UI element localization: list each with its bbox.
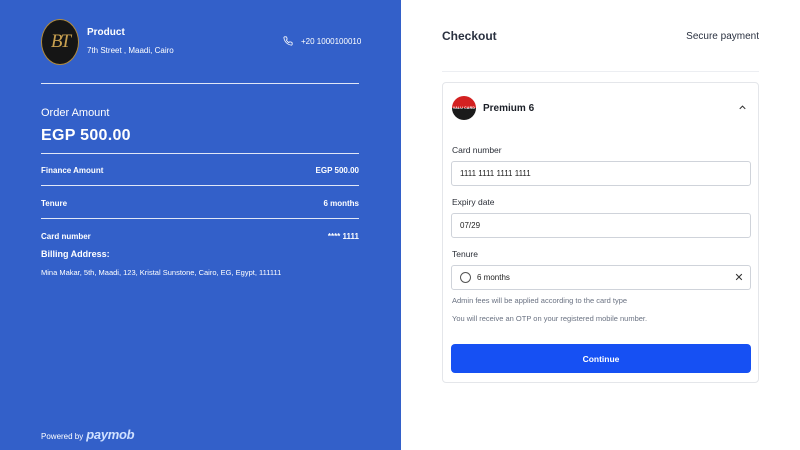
- divider: [41, 218, 359, 219]
- powered-by-text: Powered by: [41, 432, 84, 441]
- phone-icon: [283, 36, 293, 46]
- finance-amount-label: Finance Amount: [41, 166, 104, 175]
- close-icon[interactable]: ✕: [728, 271, 750, 284]
- merchant-logo: BT: [41, 19, 79, 65]
- tenure-field-label: Tenure: [452, 249, 478, 259]
- card-number-input[interactable]: 1111 1111 1111 1111: [451, 161, 751, 186]
- otp-note: You will receive an OTP on your register…: [452, 314, 648, 323]
- secure-payment-label: Secure payment: [686, 31, 759, 42]
- card-number-field-label: Card number: [452, 145, 502, 155]
- tenure-label: Tenure: [41, 199, 68, 208]
- expiry-date-input[interactable]: 07/29: [451, 213, 751, 238]
- card-number-input-value: 1111 1111 1111 1111: [460, 169, 531, 178]
- order-summary-panel: BT Product 7th Street , Maadi, Cairo +20…: [0, 0, 401, 450]
- tenure-selected-value: 6 months: [477, 273, 510, 282]
- divider: [41, 83, 359, 84]
- expiry-date-label: Expiry date: [452, 197, 495, 207]
- phone-number: +20 1000100010: [301, 36, 362, 46]
- expiry-date-input-value: 07/29: [460, 221, 481, 230]
- divider: [41, 153, 359, 154]
- order-amount-label: Order Amount: [41, 107, 110, 119]
- radio-icon[interactable]: [460, 272, 471, 283]
- admin-fees-note: Admin fees will be applied according to …: [452, 296, 628, 305]
- chevron-up-icon[interactable]: [737, 102, 748, 113]
- order-amount-value: EGP 500.00: [41, 127, 131, 144]
- checkout-title: Checkout: [442, 29, 497, 43]
- payment-method-card: VALU CARD Premium 6 Card number 1111 111…: [442, 82, 759, 383]
- divider: [41, 185, 359, 186]
- divider: [442, 71, 759, 72]
- card-number-label: Card number: [41, 232, 91, 241]
- paymob-logo: paymob: [86, 427, 135, 442]
- merchant-phone: +20 1000100010: [283, 36, 361, 46]
- finance-amount-value: EGP 500.00: [315, 166, 359, 175]
- merchant-address: 7th Street , Maadi, Cairo: [87, 46, 174, 55]
- merchant-logo-text: BT: [50, 31, 71, 52]
- billing-address-label: Billing Address:: [41, 249, 110, 259]
- card-brand-logo: VALU CARD: [452, 96, 476, 120]
- tenure-select[interactable]: 6 months ✕: [451, 265, 751, 290]
- card-brand-logo-text: VALU CARD: [452, 106, 476, 110]
- tenure-value: 6 months: [323, 199, 359, 208]
- billing-address-value: Mina Makar, 5th, Maadi, 123, Kristal Sun…: [41, 268, 282, 277]
- card-brand-name: Premium 6: [483, 103, 535, 114]
- merchant-name: Product: [87, 27, 125, 38]
- continue-button[interactable]: Continue: [451, 344, 751, 373]
- card-number-value: **** 1111: [327, 232, 359, 241]
- powered-by: Powered by paymob: [41, 427, 135, 442]
